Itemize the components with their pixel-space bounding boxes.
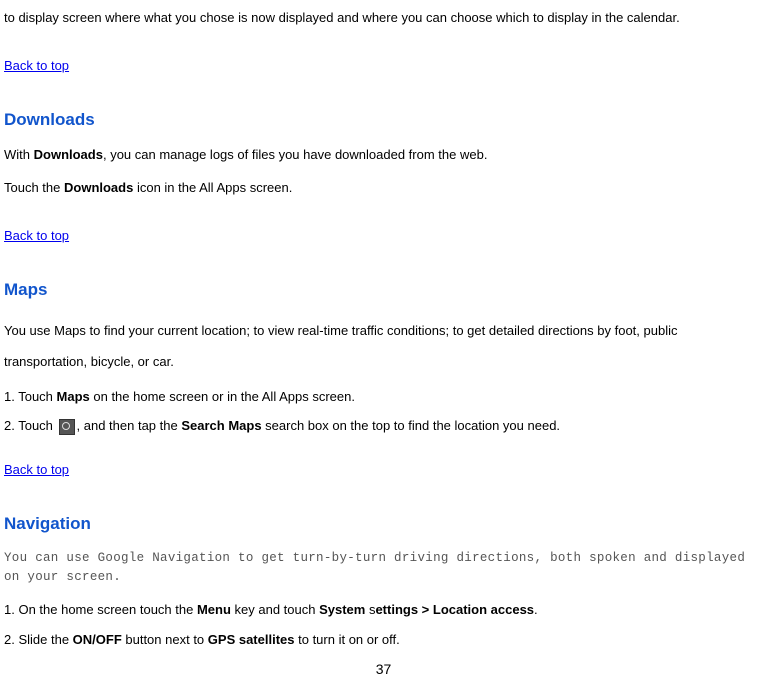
page-number: 37 [4,659,763,680]
maps-bold: Maps [57,389,90,404]
text: button next to [122,632,208,647]
downloads-bold: Downloads [34,147,103,162]
downloads-line1: With Downloads, you can manage logs of f… [4,145,763,165]
text: With [4,147,34,162]
text: 1. Touch [4,389,57,404]
maps-step2: 2. Touch , and then tap the Search Maps … [4,416,763,436]
search-maps-bold: Search Maps [181,418,261,433]
navigation-step2: 2. Slide the ON/OFF button next to GPS s… [4,630,763,650]
onoff-bold: ON/OFF [73,632,122,647]
back-to-top-link-1[interactable]: Back to top [4,56,69,76]
text: , you can manage logs of files you have … [103,147,487,162]
downloads-heading: Downloads [4,107,763,133]
settings-bold: ettings > Location access [375,602,534,617]
navigation-heading: Navigation [4,511,763,537]
text: s [365,602,375,617]
navigation-description: You can use Google Navigation to get tur… [4,549,763,587]
system-bold: System [319,602,365,617]
text: 2. Touch [4,418,57,433]
downloads-line2: Touch the Downloads icon in the All Apps… [4,178,763,198]
back-to-top-link-3[interactable]: Back to top [4,460,69,480]
intro-fragment: to display screen where what you chose i… [4,8,763,28]
text: 2. Slide the [4,632,73,647]
text: 1. On the home screen touch the [4,602,197,617]
maps-heading: Maps [4,277,763,303]
text: on the home screen or in the All Apps sc… [90,389,355,404]
downloads-bold: Downloads [64,180,133,195]
search-icon [59,419,75,435]
text: . [534,602,538,617]
back-to-top-link-2[interactable]: Back to top [4,226,69,246]
menu-bold: Menu [197,602,231,617]
text: to turn it on or off. [295,632,400,647]
text: search box on the top to find the locati… [262,418,561,433]
text: key and touch [231,602,319,617]
text: Touch the [4,180,64,195]
maps-description: You use Maps to find your current locati… [4,315,763,377]
gps-bold: GPS satellites [208,632,295,647]
text: , and then tap the [77,418,182,433]
maps-step1: 1. Touch Maps on the home screen or in t… [4,387,763,407]
text: icon in the All Apps screen. [133,180,292,195]
navigation-step1: 1. On the home screen touch the Menu key… [4,600,763,620]
